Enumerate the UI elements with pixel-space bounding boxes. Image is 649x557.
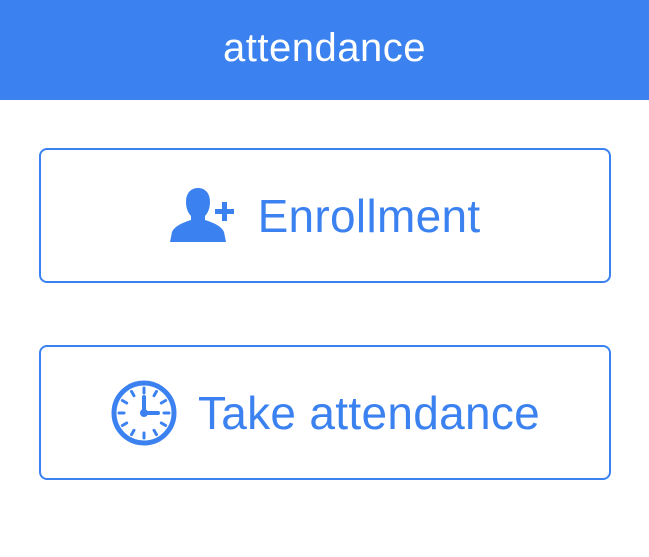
clock-icon <box>110 379 178 447</box>
enrollment-button[interactable]: Enrollment <box>39 148 611 283</box>
app-bar: attendance <box>0 0 649 100</box>
app-title: attendance <box>223 25 426 70</box>
take-attendance-button[interactable]: Take attendance <box>39 345 611 480</box>
enrollment-label: Enrollment <box>257 189 481 242</box>
add-person-icon <box>169 186 238 246</box>
take-attendance-label: Take attendance <box>197 386 541 439</box>
